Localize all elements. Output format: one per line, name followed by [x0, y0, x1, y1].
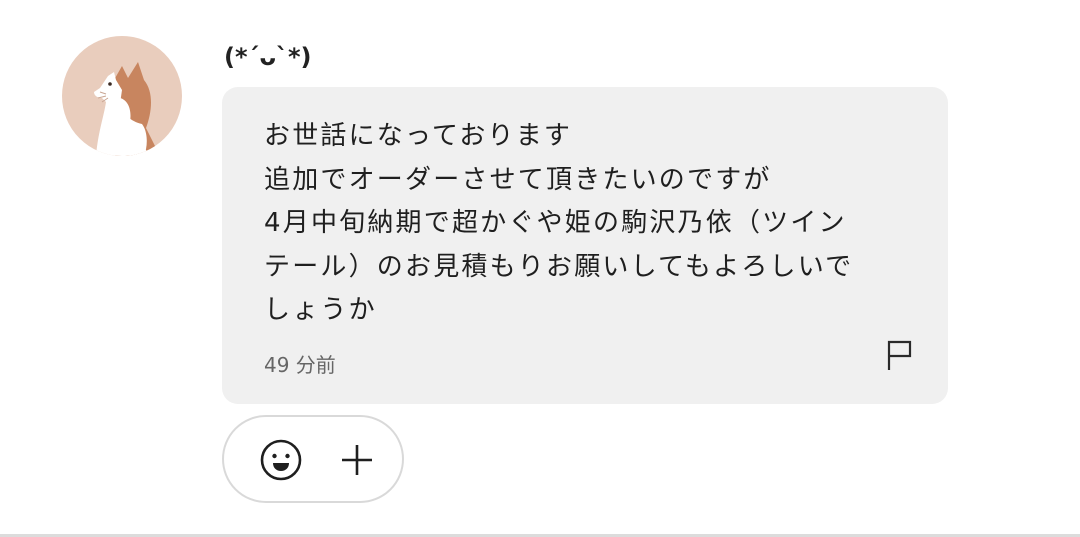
add-reaction-button[interactable]: [334, 437, 380, 483]
smiley-face-icon: [260, 439, 302, 481]
message-line: お世話になっております: [264, 121, 573, 151]
username: (*´ᴗ`*): [224, 43, 312, 71]
user-avatar[interactable]: [62, 36, 182, 156]
report-button[interactable]: [882, 337, 918, 373]
message-timestamp: 49 分前: [264, 353, 336, 377]
message-line: テール）のお見積もりお願いしてもよろしいで: [264, 251, 854, 282]
message-line: しょうか: [264, 295, 377, 325]
add-emoji-reaction-button[interactable]: [258, 437, 304, 483]
message-line: 追加でオーダーさせて頂きたいのですが: [264, 164, 772, 195]
message-bubble[interactable]: お世話になっております 追加でオーダーさせて頂きたいのですが 4月中旬納期で超か…: [222, 87, 948, 404]
reaction-bar: [222, 415, 404, 503]
message-line: 4月中旬納期で超かぐや姫の駒沢乃依（ツイン: [264, 208, 847, 238]
cat-avatar-icon: [62, 36, 182, 156]
message-text: お世話になっております 追加でオーダーさせて頂きたいのですが 4月中旬納期で超か…: [264, 115, 914, 333]
flag-icon: [887, 340, 912, 370]
plus-icon: [342, 445, 372, 475]
